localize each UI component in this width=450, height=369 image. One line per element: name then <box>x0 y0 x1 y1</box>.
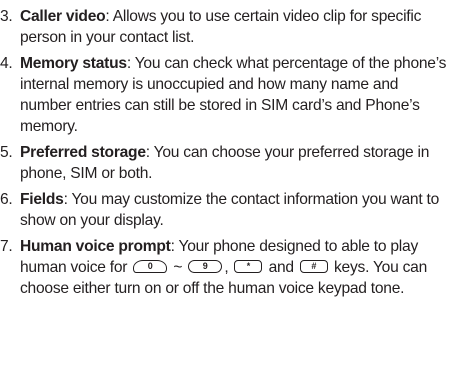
item-term: Fields <box>20 191 64 208</box>
list-item-fields: 6. Fields: You may customize the contact… <box>0 189 450 231</box>
key-0-label: 0 <box>147 261 153 271</box>
list-item-caller-video: 3. Caller video: Allows you to use certa… <box>0 6 450 48</box>
item-number: 7. <box>0 238 13 255</box>
item-description: : You may customize the contact informat… <box>20 191 440 229</box>
key-star-icon: * <box>234 260 263 273</box>
key-hash-label: # <box>311 261 317 271</box>
item-number: 4. <box>0 55 13 72</box>
comma-separator: , <box>224 259 233 276</box>
item-term: Memory status <box>20 55 127 72</box>
and-separator: and <box>264 259 298 276</box>
key-hash-icon: # <box>299 260 328 273</box>
manual-page: 3. Caller video: Allows you to use certa… <box>0 6 450 304</box>
key-star-label: * <box>246 261 251 271</box>
item-number: 6. <box>0 191 13 208</box>
list-item-human-voice-prompt: 7. Human voice prompt: Your phone design… <box>0 236 450 299</box>
item-term: Caller video <box>20 8 106 25</box>
key-0-icon: 0 <box>133 260 168 273</box>
list-item-memory-status: 4. Memory status: You can check what per… <box>0 53 450 137</box>
range-separator: ~ <box>169 259 187 276</box>
list-item-preferred-storage: 5. Preferred storage: You can choose you… <box>0 142 450 184</box>
key-9-label: 9 <box>202 261 208 271</box>
item-number: 3. <box>0 8 13 25</box>
item-number: 5. <box>0 144 13 161</box>
key-9-icon: 9 <box>188 260 223 273</box>
item-term: Human voice prompt <box>20 238 171 255</box>
item-term: Preferred storage <box>20 144 146 161</box>
